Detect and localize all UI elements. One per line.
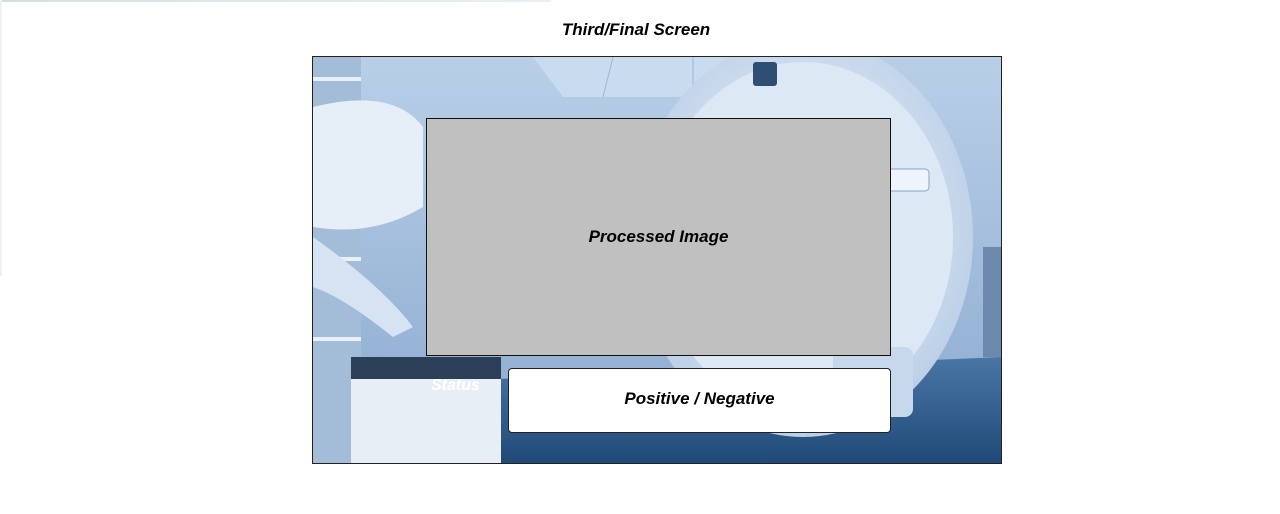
status-label: Status <box>431 377 480 394</box>
left-guide-line <box>0 0 2 276</box>
processed-image-placeholder: Processed Image <box>426 118 891 356</box>
screen-frame: Processed Image Status Positive / Negati… <box>312 56 1002 464</box>
status-result-value: Positive / Negative <box>624 389 775 408</box>
status-result-box: Positive / Negative <box>508 368 891 433</box>
top-guide-line <box>0 0 551 2</box>
screen-title: Third/Final Screen <box>561 20 711 39</box>
processed-image-label: Processed Image <box>588 227 729 246</box>
